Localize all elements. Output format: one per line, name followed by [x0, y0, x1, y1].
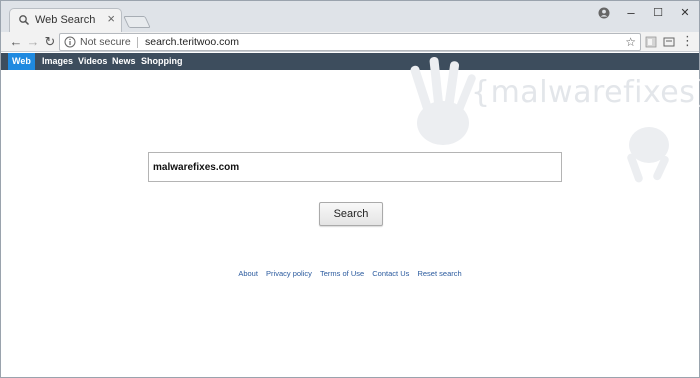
profile-icon[interactable] [598, 7, 610, 19]
site-nav: Web Images Videos News Shopping [1, 53, 699, 70]
nav-item-shopping[interactable]: Shopping [141, 53, 183, 70]
browser-toolbar: ← → ↻ Not secure search.teritwoo.com ☆ ⋮ [1, 32, 699, 52]
browser-window: Web Search × – ☐ ✕ ← → ↻ Not secure sear… [0, 0, 700, 378]
nav-item-videos[interactable]: Videos [78, 53, 107, 70]
search-button[interactable]: Search [319, 202, 383, 226]
footer-link-contact[interactable]: Contact Us [372, 269, 409, 278]
url-text[interactable]: search.teritwoo.com [145, 36, 239, 48]
watermark-logo: {malwarefixes} [471, 75, 700, 110]
bookmark-star-icon[interactable]: ☆ [625, 34, 636, 50]
address-bar[interactable]: Not secure search.teritwoo.com ☆ [59, 33, 641, 51]
new-tab-button[interactable] [123, 16, 151, 28]
info-icon[interactable] [64, 36, 76, 48]
nav-item-web[interactable]: Web [8, 53, 35, 70]
footer-link-about[interactable]: About [238, 269, 258, 278]
tab-close-icon[interactable]: × [107, 12, 115, 26]
search-icon [19, 15, 30, 26]
close-button[interactable]: ✕ [675, 6, 695, 20]
title-bar: Web Search × – ☐ ✕ [1, 1, 699, 32]
maximize-button[interactable]: ☐ [648, 6, 668, 20]
tab-title: Web Search [35, 14, 96, 26]
footer-link-terms[interactable]: Terms of Use [320, 269, 364, 278]
nav-item-news[interactable]: News [112, 53, 136, 70]
nav-item-images[interactable]: Images [42, 53, 73, 70]
security-label: Not secure [80, 36, 131, 48]
search-input[interactable] [148, 152, 562, 182]
back-arrow-icon[interactable]: ← [8, 34, 24, 50]
forward-arrow-icon[interactable]: → [25, 34, 41, 50]
browser-tab[interactable]: Web Search × [9, 8, 122, 32]
menu-icon[interactable]: ⋮ [681, 33, 694, 49]
reload-icon[interactable]: ↻ [42, 34, 58, 50]
footer-links: About Privacy policy Terms of Use Contac… [1, 269, 699, 278]
address-divider [137, 37, 138, 48]
minimize-button[interactable]: – [621, 6, 641, 20]
extension-icon[interactable] [645, 36, 657, 48]
footer-link-reset[interactable]: Reset search [417, 269, 461, 278]
footer-link-privacy[interactable]: Privacy policy [266, 269, 312, 278]
cast-icon[interactable] [663, 36, 675, 48]
